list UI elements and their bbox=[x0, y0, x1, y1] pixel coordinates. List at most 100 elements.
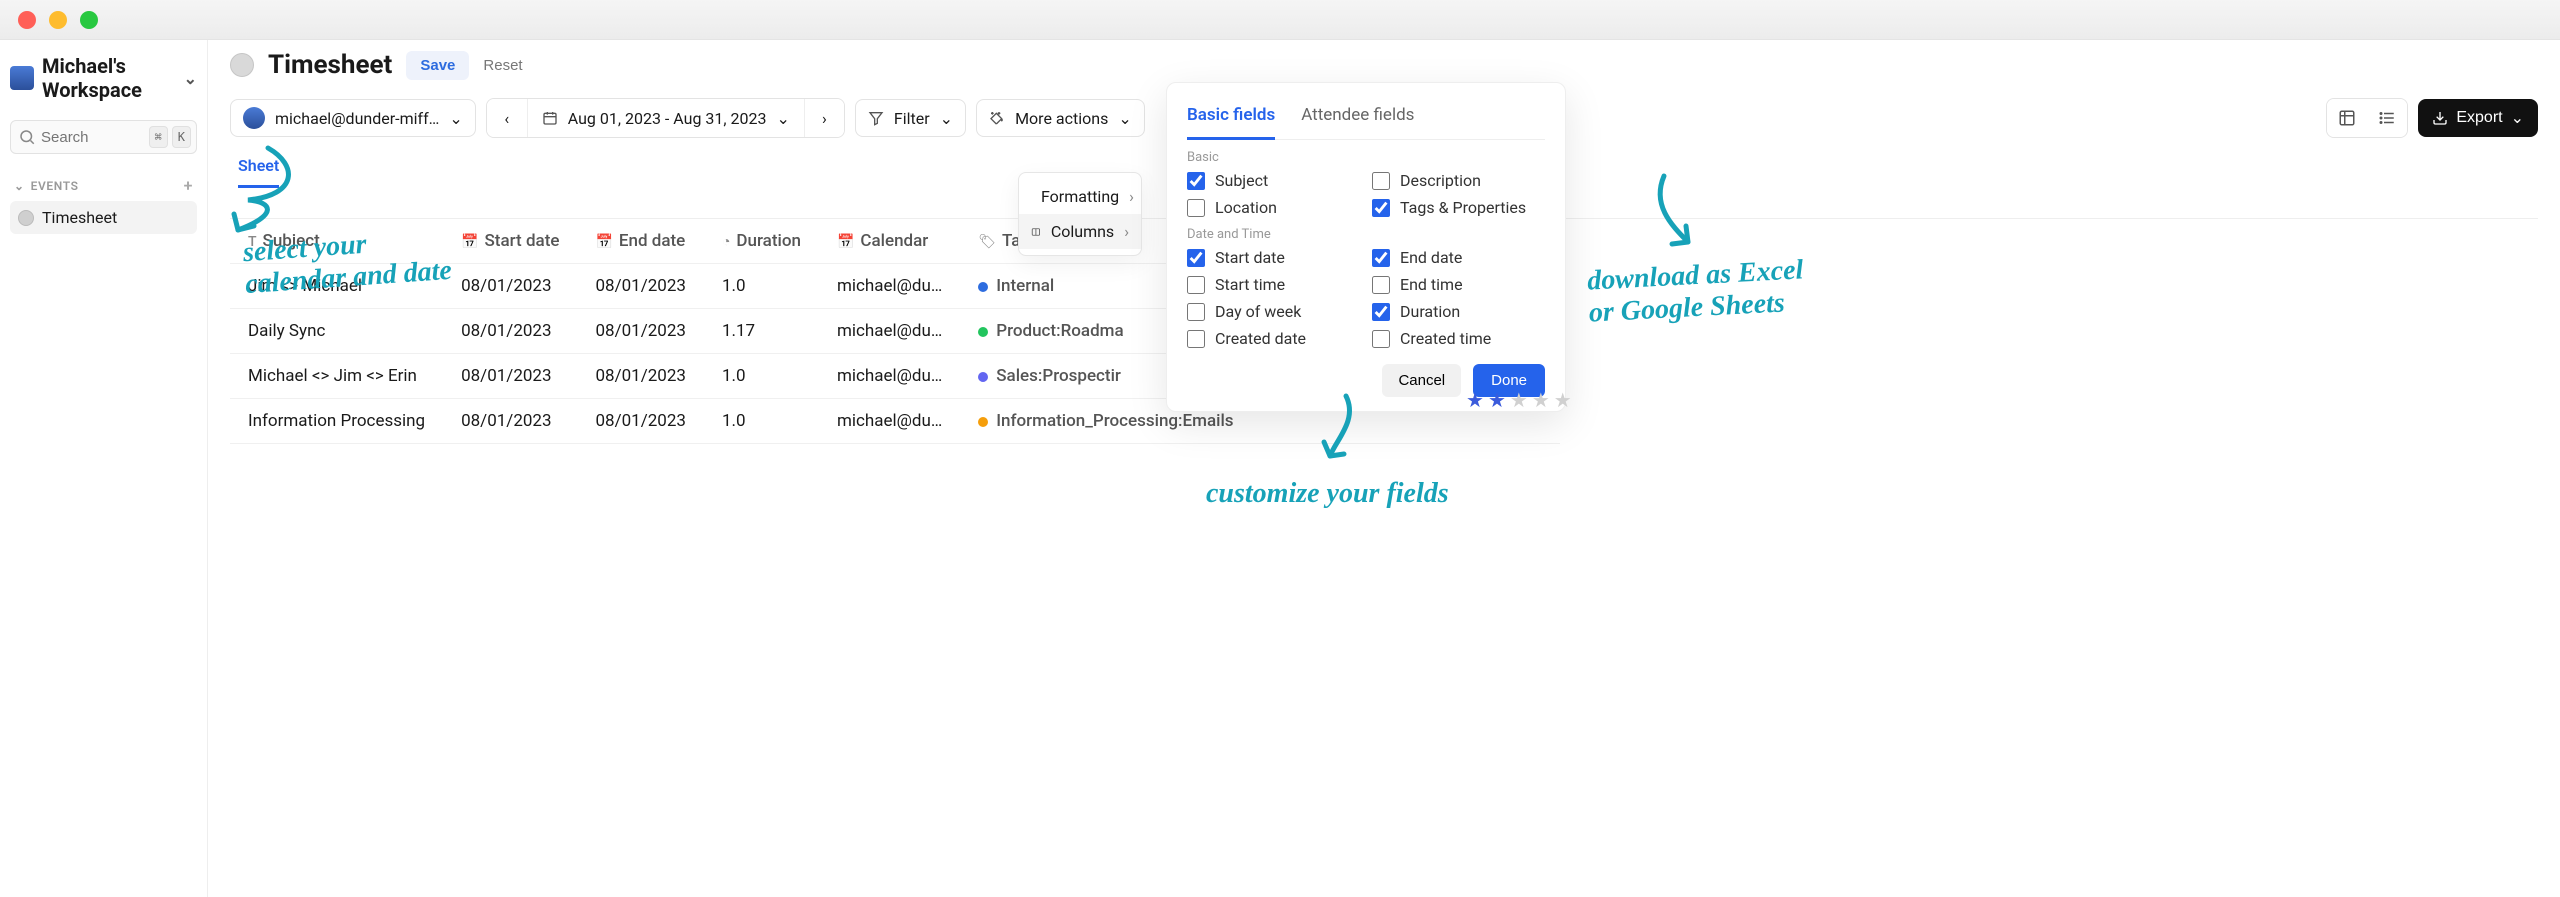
cell-subject: Michael <> Jim <> Erin bbox=[230, 354, 443, 399]
cell-start: 08/01/2023 bbox=[443, 309, 577, 354]
list-icon bbox=[2378, 109, 2396, 127]
chevron-down-icon: ⌄ bbox=[777, 109, 790, 128]
cell-calendar: michael@du… bbox=[819, 309, 960, 354]
columns-icon bbox=[1031, 224, 1041, 240]
chk-subject[interactable]: Subject bbox=[1187, 171, 1360, 190]
next-button[interactable]: › bbox=[804, 99, 844, 137]
view-toggle bbox=[2326, 98, 2408, 138]
cell-subject: Daily Sync bbox=[230, 309, 443, 354]
mac-titlebar bbox=[0, 0, 2560, 40]
header: Timesheet Save Reset bbox=[230, 50, 2538, 80]
rating-stars[interactable]: ★ ★ ★ ★ ★ bbox=[1466, 388, 1572, 412]
col-end-date[interactable]: 📅End date bbox=[577, 219, 703, 264]
search-wrap: ⌘ K bbox=[10, 120, 197, 154]
more-actions-button[interactable]: More actions ⌄ bbox=[976, 99, 1145, 137]
workspace-switcher[interactable]: Michael's Workspace ⌄ bbox=[10, 54, 197, 102]
cell-duration: 1.0 bbox=[704, 399, 819, 444]
sidebar-item-label: Timesheet bbox=[42, 208, 117, 227]
chk-duration[interactable]: Duration bbox=[1372, 302, 1545, 321]
group-basic: Basic bbox=[1187, 150, 1545, 165]
chk-start-time[interactable]: Start time bbox=[1187, 275, 1360, 294]
chevron-down-icon: ⌄ bbox=[1118, 109, 1131, 128]
cell-duration: 1.0 bbox=[704, 354, 819, 399]
sidebar-item-timesheet[interactable]: Timesheet bbox=[10, 201, 197, 234]
search-icon bbox=[18, 128, 36, 146]
export-button[interactable]: Export ⌄ bbox=[2418, 99, 2538, 137]
date-range-picker[interactable]: Aug 01, 2023 - Aug 31, 2023 ⌄ bbox=[527, 99, 804, 137]
col-calendar[interactable]: 📅Calendar bbox=[819, 219, 960, 264]
chevron-down-icon: ⌄ bbox=[449, 109, 462, 128]
chevron-right-icon: › bbox=[1124, 222, 1129, 241]
menu-formatting[interactable]: Formatting › bbox=[1019, 179, 1141, 214]
cell-start: 08/01/2023 bbox=[443, 264, 577, 309]
main: Timesheet Save Reset michael@dunder-miff… bbox=[208, 40, 2560, 897]
annotation-arrow bbox=[1306, 390, 1366, 470]
table-icon bbox=[2338, 109, 2356, 127]
page-title: Timesheet bbox=[268, 50, 392, 80]
calendar-email: michael@dunder-miff… bbox=[275, 109, 439, 128]
cell-calendar: michael@du… bbox=[819, 354, 960, 399]
cell-end: 08/01/2023 bbox=[577, 264, 703, 309]
minimize-icon[interactable] bbox=[49, 11, 67, 29]
prev-button[interactable]: ‹ bbox=[487, 99, 527, 137]
date-range-control: ‹ Aug 01, 2023 - Aug 31, 2023 ⌄ › bbox=[486, 98, 845, 138]
chk-created-date[interactable]: Created date bbox=[1187, 329, 1360, 348]
chevron-down-icon: ⌄ bbox=[184, 69, 197, 88]
chk-location[interactable]: Location bbox=[1187, 198, 1360, 217]
close-icon[interactable] bbox=[18, 11, 36, 29]
fullscreen-icon[interactable] bbox=[80, 11, 98, 29]
star-icon[interactable]: ★ bbox=[1510, 388, 1528, 412]
star-icon[interactable]: ★ bbox=[1554, 388, 1572, 412]
chk-created-time[interactable]: Created time bbox=[1372, 329, 1545, 348]
cell-end: 08/01/2023 bbox=[577, 354, 703, 399]
annotation: download as Excel or Google Sheets bbox=[1586, 254, 1805, 330]
chevron-right-icon: › bbox=[1129, 187, 1134, 206]
cell-duration: 1.17 bbox=[704, 309, 819, 354]
chk-end-time[interactable]: End time bbox=[1372, 275, 1545, 294]
grid-view-button[interactable] bbox=[2327, 99, 2367, 137]
dot-icon bbox=[230, 53, 254, 77]
cell-start: 08/01/2023 bbox=[443, 399, 577, 444]
star-icon[interactable]: ★ bbox=[1532, 388, 1550, 412]
group-datetime: Date and Time bbox=[1187, 227, 1545, 242]
avatar bbox=[10, 66, 34, 90]
sidebar-section-events[interactable]: ⌄ EVENTS + bbox=[14, 176, 193, 195]
sidebar: Michael's Workspace ⌄ ⌘ K ⌄ EVENTS + Tim… bbox=[0, 40, 208, 897]
cell-end: 08/01/2023 bbox=[577, 309, 703, 354]
chk-day-of-week[interactable]: Day of week bbox=[1187, 302, 1360, 321]
more-actions-menu: Formatting › Columns › bbox=[1018, 172, 1142, 256]
menu-columns[interactable]: Columns › bbox=[1019, 214, 1141, 249]
avatar bbox=[243, 107, 265, 129]
star-icon[interactable]: ★ bbox=[1488, 388, 1506, 412]
annotation-arrow bbox=[1648, 170, 1708, 260]
save-button[interactable]: Save bbox=[406, 51, 469, 80]
calendar-account-picker[interactable]: michael@dunder-miff… ⌄ bbox=[230, 99, 476, 137]
list-view-button[interactable] bbox=[2367, 99, 2407, 137]
filter-icon bbox=[868, 110, 884, 126]
popover-tab-attendee[interactable]: Attendee fields bbox=[1301, 101, 1414, 139]
columns-popover: Basic fields Attendee fields Basic Subje… bbox=[1166, 82, 1566, 412]
chevron-down-icon: ⌄ bbox=[2511, 108, 2524, 128]
chk-start-date[interactable]: Start date bbox=[1187, 248, 1360, 267]
calendar-icon bbox=[542, 110, 558, 126]
chk-end-date[interactable]: End date bbox=[1372, 248, 1545, 267]
chk-description[interactable]: Description bbox=[1372, 171, 1545, 190]
chevron-down-icon: ⌄ bbox=[14, 179, 25, 193]
dot-icon bbox=[18, 210, 34, 226]
wand-icon bbox=[989, 110, 1005, 126]
cell-calendar: michael@du… bbox=[819, 264, 960, 309]
popover-tab-basic[interactable]: Basic fields bbox=[1187, 101, 1275, 140]
download-icon bbox=[2432, 110, 2448, 126]
chk-tags[interactable]: Tags & Properties bbox=[1372, 198, 1545, 217]
annotation: customize your fields bbox=[1206, 478, 1449, 510]
col-duration[interactable]: ◔Duration bbox=[704, 219, 819, 264]
cell-duration: 1.0 bbox=[704, 264, 819, 309]
cancel-button[interactable]: Cancel bbox=[1382, 364, 1461, 397]
plus-icon[interactable]: + bbox=[184, 176, 193, 195]
col-start-date[interactable]: 📅Start date bbox=[443, 219, 577, 264]
cell-end: 08/01/2023 bbox=[577, 399, 703, 444]
cell-start: 08/01/2023 bbox=[443, 354, 577, 399]
star-icon[interactable]: ★ bbox=[1466, 388, 1484, 412]
filter-button[interactable]: Filter ⌄ bbox=[855, 99, 966, 137]
reset-button[interactable]: Reset bbox=[483, 57, 522, 74]
